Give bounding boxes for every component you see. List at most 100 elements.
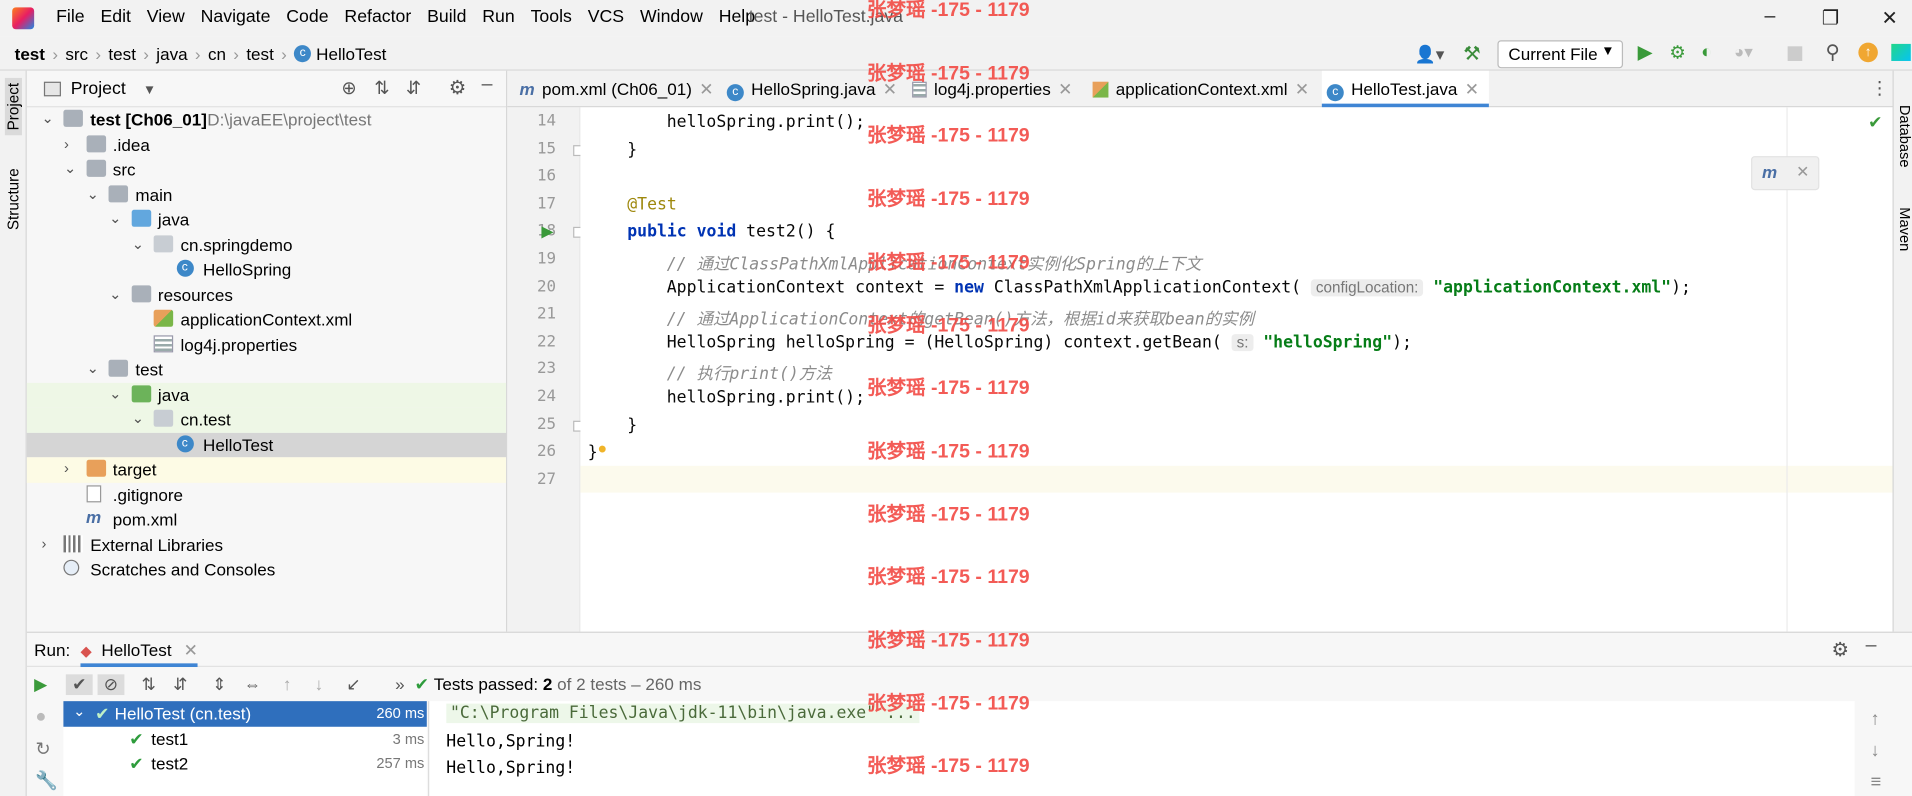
- tree-item[interactable]: ⌄ java: [27, 207, 506, 232]
- breadcrumb-item[interactable]: src: [65, 44, 88, 64]
- settings-gear-icon[interactable]: ⚙: [449, 76, 466, 100]
- more-icon[interactable]: »: [395, 674, 415, 694]
- tree-item[interactable]: c HelloTest: [26, 432, 507, 458]
- tree-item[interactable]: › target: [26, 457, 507, 483]
- tree-item[interactable]: ⌄ src: [27, 157, 506, 182]
- chevron-right-icon[interactable]: ›: [64, 460, 69, 477]
- rerun-failed-icon[interactable]: ●: [35, 706, 46, 727]
- update-icon[interactable]: ↑: [1858, 42, 1878, 63]
- show-ignored-icon[interactable]: ⊘: [97, 673, 125, 695]
- soft-wrap-icon[interactable]: ≡: [1871, 772, 1882, 793]
- collapse-tests-icon[interactable]: ⇔: [244, 674, 283, 694]
- tree-item[interactable]: m pom.xml: [27, 507, 506, 532]
- tree-item[interactable]: c HelloSpring: [27, 257, 506, 282]
- menu-build[interactable]: Build: [427, 7, 466, 27]
- tab-overflow-icon[interactable]: ⋮: [1871, 77, 1889, 99]
- prev-failed-icon[interactable]: ↑: [283, 674, 315, 694]
- menu-view[interactable]: View: [147, 7, 185, 27]
- tree-item[interactable]: › External Libraries: [27, 532, 506, 557]
- lightbulb-icon[interactable]: ●: [598, 439, 608, 457]
- tree-item[interactable]: ⌄ java: [26, 382, 507, 408]
- chevron-right-icon[interactable]: ›: [41, 535, 46, 552]
- tree-item[interactable]: applicationContext.xml: [27, 307, 506, 332]
- profile-icon[interactable]: ◕▾: [1734, 41, 1753, 62]
- stop-icon[interactable]: [1787, 46, 1803, 61]
- close-tab-icon[interactable]: ✕: [1465, 79, 1479, 99]
- collapse-all-icon[interactable]: ⇵: [406, 77, 421, 99]
- code-editor[interactable]: helloSpring.print();} @Test public void te…: [580, 107, 1893, 632]
- minimize-button[interactable]: –: [1764, 6, 1775, 28]
- menu-run[interactable]: Run: [482, 7, 514, 27]
- tree-item[interactable]: ⌄ cn.test: [26, 407, 507, 433]
- editor-tab[interactable]: m pom.xml (Ch06_01) ✕: [515, 71, 724, 108]
- maven-reload-icon[interactable]: m: [1762, 162, 1777, 182]
- project-tool-tab[interactable]: Project: [4, 78, 22, 136]
- run-icon[interactable]: ▶: [1638, 40, 1653, 64]
- expand-all-icon[interactable]: ⇅: [374, 77, 389, 99]
- hide-run-panel-icon[interactable]: –: [1866, 635, 1877, 657]
- hide-panel-icon[interactable]: –: [482, 74, 493, 96]
- debug-icon[interactable]: ⚙: [1669, 41, 1685, 64]
- tree-item[interactable]: .gitignore: [27, 482, 506, 507]
- maven-tool-tab[interactable]: Maven: [1896, 207, 1912, 251]
- console-output[interactable]: "C:\Program Files\Java\jdk-11\bin\java.e…: [428, 701, 1855, 796]
- coverage-icon[interactable]: ◐: [1701, 41, 1712, 62]
- build-hammer-icon[interactable]: ⚒: [1463, 41, 1480, 65]
- close-tab-icon[interactable]: ✕: [1295, 79, 1309, 99]
- editor-tab[interactable]: c HelloTest.java ✕: [1321, 70, 1489, 108]
- tree-item[interactable]: › .idea: [27, 132, 506, 157]
- menu-refactor[interactable]: Refactor: [344, 7, 411, 27]
- menu-file[interactable]: File: [56, 7, 85, 27]
- maven-reload-popup[interactable]: m ✕: [1751, 156, 1820, 191]
- breadcrumb-item[interactable]: HelloTest: [316, 44, 386, 64]
- chevron-right-icon[interactable]: ›: [64, 135, 69, 152]
- import-tests-icon[interactable]: ↙: [346, 674, 395, 695]
- database-tool-tab[interactable]: Database: [1896, 105, 1912, 168]
- chevron-down-icon[interactable]: ⌄: [132, 410, 144, 427]
- breadcrumb-item[interactable]: test: [246, 44, 274, 64]
- test-result-row[interactable]: ⌄ ✔ HelloTest (cn.test) 260 ms: [63, 701, 427, 727]
- run-tab-hellotest[interactable]: ◆ HelloTest ✕: [80, 633, 198, 668]
- menu-vcs[interactable]: VCS: [588, 7, 624, 27]
- close-popup-icon[interactable]: ✕: [1796, 162, 1809, 182]
- structure-tool-tab[interactable]: Structure: [5, 168, 22, 230]
- scroll-up-icon[interactable]: ↑: [1871, 708, 1880, 729]
- close-tab-icon[interactable]: ✕: [699, 79, 713, 99]
- close-tab-icon[interactable]: ✕: [184, 640, 198, 660]
- menu-navigate[interactable]: Navigate: [201, 7, 271, 27]
- breadcrumb-item[interactable]: java: [156, 44, 187, 64]
- menu-edit[interactable]: Edit: [100, 7, 130, 27]
- tree-item[interactable]: ⌄ test: [27, 357, 506, 382]
- menu-code[interactable]: Code: [286, 7, 328, 27]
- tree-item[interactable]: Scratches and Consoles: [27, 557, 506, 582]
- test-result-row[interactable]: ✔ test1 3 ms: [63, 726, 426, 751]
- run-configuration-select[interactable]: Current File ▼: [1497, 40, 1624, 69]
- sort-alpha-icon[interactable]: ⇅: [141, 674, 173, 695]
- run-settings-gear-icon[interactable]: ⚙: [1832, 638, 1849, 662]
- project-panel-title[interactable]: Project ▼: [71, 79, 156, 99]
- tree-item[interactable]: ⌄ resources: [27, 282, 506, 307]
- run-test-gutter-icon[interactable]: ▶: [541, 222, 553, 242]
- chevron-down-icon[interactable]: ⌄: [109, 385, 121, 402]
- plugin-icon[interactable]: [1891, 43, 1911, 61]
- editor-tab[interactable]: applicationContext.xml ✕: [1088, 71, 1319, 108]
- tree-item[interactable]: log4j.properties: [27, 332, 506, 357]
- maximize-button[interactable]: ❐: [1822, 6, 1839, 30]
- toggle-auto-test-icon[interactable]: ↻: [35, 738, 50, 760]
- chevron-down-icon[interactable]: ⌄: [87, 185, 99, 202]
- show-passed-icon[interactable]: ✔: [65, 673, 93, 695]
- next-failed-icon[interactable]: ↓: [315, 674, 347, 694]
- scroll-down-icon[interactable]: ↓: [1871, 740, 1880, 761]
- chevron-down-icon[interactable]: ⌄: [109, 210, 121, 227]
- search-icon[interactable]: ⚲: [1825, 40, 1839, 64]
- close-window-button[interactable]: ✕: [1882, 6, 1898, 30]
- menu-tools[interactable]: Tools: [531, 7, 572, 27]
- close-tab-icon[interactable]: ✕: [1058, 79, 1072, 99]
- chevron-down-icon[interactable]: ⌄: [132, 235, 144, 252]
- tree-item[interactable]: ⌄ cn.springdemo: [27, 232, 506, 257]
- chevron-down-icon[interactable]: ⌄: [41, 110, 53, 127]
- test-result-row[interactable]: ✔ test2 257 ms: [63, 751, 426, 776]
- breadcrumb-item[interactable]: test: [108, 44, 136, 64]
- menu-window[interactable]: Window: [640, 7, 703, 27]
- tree-item[interactable]: ⌄ main: [27, 182, 506, 207]
